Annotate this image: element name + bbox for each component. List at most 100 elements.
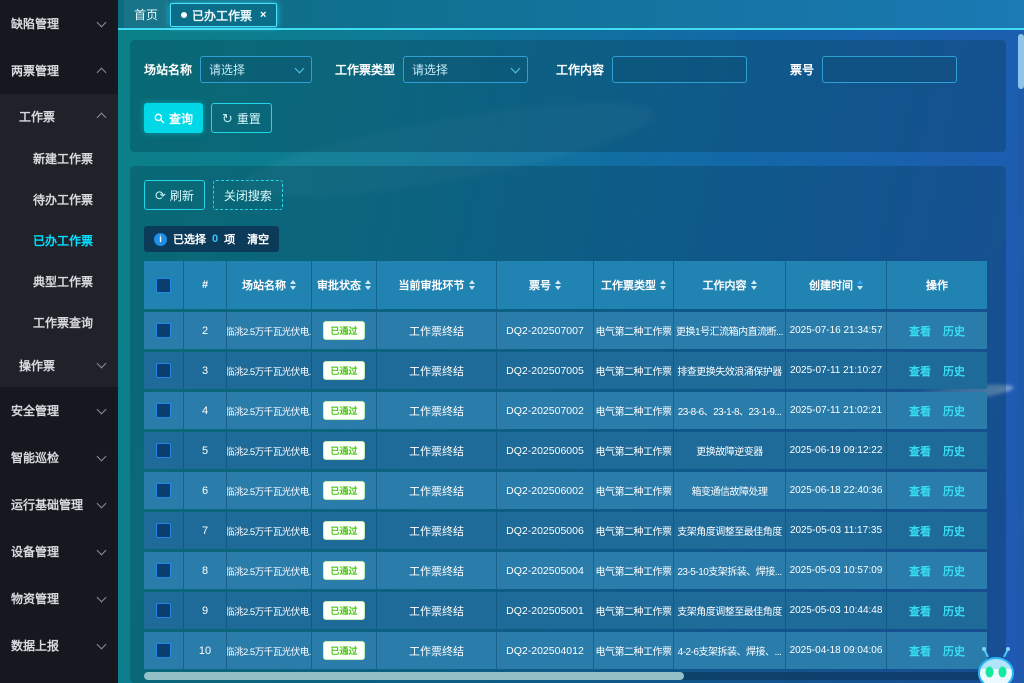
cell-step: 工作票终结 bbox=[377, 312, 497, 349]
select-all-checkbox[interactable] bbox=[156, 278, 171, 293]
sidebar-item-defect-management[interactable]: 缺陷管理 bbox=[0, 0, 118, 47]
sidebar-item-new-work-ticket[interactable]: 新建工作票 bbox=[0, 138, 118, 179]
reset-icon: ↻ bbox=[222, 112, 233, 125]
work-content-input[interactable] bbox=[612, 56, 747, 83]
history-link[interactable]: 历史 bbox=[943, 483, 965, 499]
station-select[interactable]: 请选择 bbox=[200, 56, 312, 83]
cell-step: 工作票终结 bbox=[377, 432, 497, 469]
refresh-button[interactable]: ⟳ 刷新 bbox=[144, 180, 205, 210]
row-checkbox[interactable] bbox=[156, 603, 171, 618]
filter-row: 场站名称 请选择 工作票类型 请选择 工作内 bbox=[144, 56, 992, 83]
cell-created: 2025-04-18 09:04:06 bbox=[786, 632, 887, 669]
sidebar-item-todo-work-ticket[interactable]: 待办工作票 bbox=[0, 179, 118, 220]
work-ticket-table: #场站名称审批状态当前审批环节票号工作票类型工作内容创建时间操作 2临洮2.5万… bbox=[144, 261, 987, 680]
sidebar-item-work-ticket[interactable]: 工作票 bbox=[0, 94, 118, 138]
view-link[interactable]: 查看 bbox=[909, 363, 931, 379]
header-cell-station[interactable]: 场站名称 bbox=[227, 261, 312, 309]
header-cell-created[interactable]: 创建时间 bbox=[786, 261, 887, 309]
view-link[interactable]: 查看 bbox=[909, 323, 931, 339]
view-link[interactable]: 查看 bbox=[909, 403, 931, 419]
row-checkbox[interactable] bbox=[156, 643, 171, 658]
cell-num: 2 bbox=[184, 312, 227, 349]
work-content-label: 工作内容 bbox=[556, 61, 604, 78]
history-link[interactable]: 历史 bbox=[943, 523, 965, 539]
tab-done-work-ticket[interactable]: 已办工作票× bbox=[170, 3, 277, 27]
refresh-button-label: 刷新 bbox=[170, 187, 194, 204]
sidebar-item-material-management[interactable]: 物资管理 bbox=[0, 575, 118, 622]
view-link[interactable]: 查看 bbox=[909, 643, 931, 659]
sidebar-item-done-work-ticket[interactable]: 已办工作票 bbox=[0, 220, 118, 261]
cell-num: 9 bbox=[184, 592, 227, 629]
sidebar-item-equipment-management[interactable]: 设备管理 bbox=[0, 528, 118, 575]
cell-content: 更换故障逆变器 bbox=[674, 432, 786, 469]
view-link[interactable]: 查看 bbox=[909, 443, 931, 459]
vertical-scrollbar[interactable] bbox=[1018, 32, 1024, 683]
row-checkbox[interactable] bbox=[156, 483, 171, 498]
sidebar-item-label: 待办工作票 bbox=[33, 191, 93, 208]
filter-buttons-row: 查询 ↻ 重置 bbox=[144, 103, 992, 133]
row-checkbox[interactable] bbox=[156, 323, 171, 338]
row-checkbox[interactable] bbox=[156, 523, 171, 538]
row-checkbox[interactable] bbox=[156, 563, 171, 578]
history-link[interactable]: 历史 bbox=[943, 443, 965, 459]
sidebar-item-operation-basic-management[interactable]: 运行基础管理 bbox=[0, 481, 118, 528]
sidebar-item-smart-inspection[interactable]: 智能巡检 bbox=[0, 434, 118, 481]
chevron-down-icon bbox=[98, 22, 105, 26]
history-link[interactable]: 历史 bbox=[943, 323, 965, 339]
tab-home[interactable]: 首页 bbox=[124, 0, 168, 28]
sidebar-item-operation-ticket[interactable]: 操作票 bbox=[0, 343, 118, 387]
sidebar-item-typical-work-ticket[interactable]: 典型工作票 bbox=[0, 261, 118, 302]
chevron-up-icon bbox=[98, 111, 105, 121]
row-checkbox[interactable] bbox=[156, 443, 171, 458]
tab-close-icon[interactable]: × bbox=[260, 10, 266, 21]
vertical-scrollbar-thumb[interactable] bbox=[1018, 34, 1024, 89]
horizontal-scrollbar[interactable] bbox=[144, 672, 987, 680]
sidebar-item-work-ticket-query[interactable]: 工作票查询 bbox=[0, 302, 118, 343]
status-badge: 已通过 bbox=[323, 321, 364, 340]
cell-content: 23-5-10支架拆装、焊接... bbox=[674, 552, 786, 589]
sidebar-item-safety-management[interactable]: 安全管理 bbox=[0, 387, 118, 434]
header-cell-actions: 操作 bbox=[887, 261, 987, 309]
header-cell-status[interactable]: 审批状态 bbox=[312, 261, 377, 309]
header-cell-step[interactable]: 当前审批环节 bbox=[377, 261, 497, 309]
cell-status: 已通过 bbox=[312, 632, 377, 669]
header-cell-content[interactable]: 工作内容 bbox=[674, 261, 786, 309]
view-link[interactable]: 查看 bbox=[909, 523, 931, 539]
row-checkbox[interactable] bbox=[156, 363, 171, 378]
search-icon bbox=[154, 113, 165, 124]
cell-station: 临洮2.5万千瓦光伏电.. bbox=[227, 632, 312, 669]
cell-select bbox=[144, 312, 184, 349]
history-link[interactable]: 历史 bbox=[943, 563, 965, 579]
chevron-down-icon bbox=[98, 550, 105, 554]
view-link[interactable]: 查看 bbox=[909, 603, 931, 619]
sidebar-item-two-ticket-management[interactable]: 两票管理 bbox=[0, 47, 118, 94]
cell-station: 临洮2.5万千瓦光伏电.. bbox=[227, 592, 312, 629]
search-button[interactable]: 查询 bbox=[144, 103, 203, 133]
header-cell-ticket_no[interactable]: 票号 bbox=[497, 261, 594, 309]
view-link[interactable]: 查看 bbox=[909, 483, 931, 499]
cell-num: 10 bbox=[184, 632, 227, 669]
horizontal-scrollbar-thumb[interactable] bbox=[144, 672, 684, 680]
assistant-robot-icon[interactable] bbox=[974, 645, 1018, 683]
ticket-no-input[interactable] bbox=[822, 56, 957, 83]
view-link[interactable]: 查看 bbox=[909, 563, 931, 579]
close-search-button[interactable]: 关闭搜索 bbox=[213, 180, 283, 210]
cell-select bbox=[144, 552, 184, 589]
cell-status: 已通过 bbox=[312, 552, 377, 589]
reset-button[interactable]: ↻ 重置 bbox=[211, 103, 272, 133]
cell-status: 已通过 bbox=[312, 432, 377, 469]
clear-selection-button[interactable]: 清空 bbox=[247, 231, 269, 247]
history-link[interactable]: 历史 bbox=[943, 603, 965, 619]
row-checkbox[interactable] bbox=[156, 403, 171, 418]
status-badge: 已通过 bbox=[323, 441, 364, 460]
history-link[interactable]: 历史 bbox=[943, 643, 965, 659]
history-link[interactable]: 历史 bbox=[943, 363, 965, 379]
chevron-up-icon bbox=[98, 66, 105, 76]
station-filter-group: 场站名称 请选择 bbox=[144, 56, 312, 83]
cell-content: 支架角度调整至最佳角度 bbox=[674, 592, 786, 629]
ticket-type-select[interactable]: 请选择 bbox=[403, 56, 528, 83]
header-cell-type[interactable]: 工作票类型 bbox=[594, 261, 674, 309]
sidebar-item-data-report[interactable]: 数据上报 bbox=[0, 622, 118, 669]
history-link[interactable]: 历史 bbox=[943, 403, 965, 419]
cell-num: 4 bbox=[184, 392, 227, 429]
